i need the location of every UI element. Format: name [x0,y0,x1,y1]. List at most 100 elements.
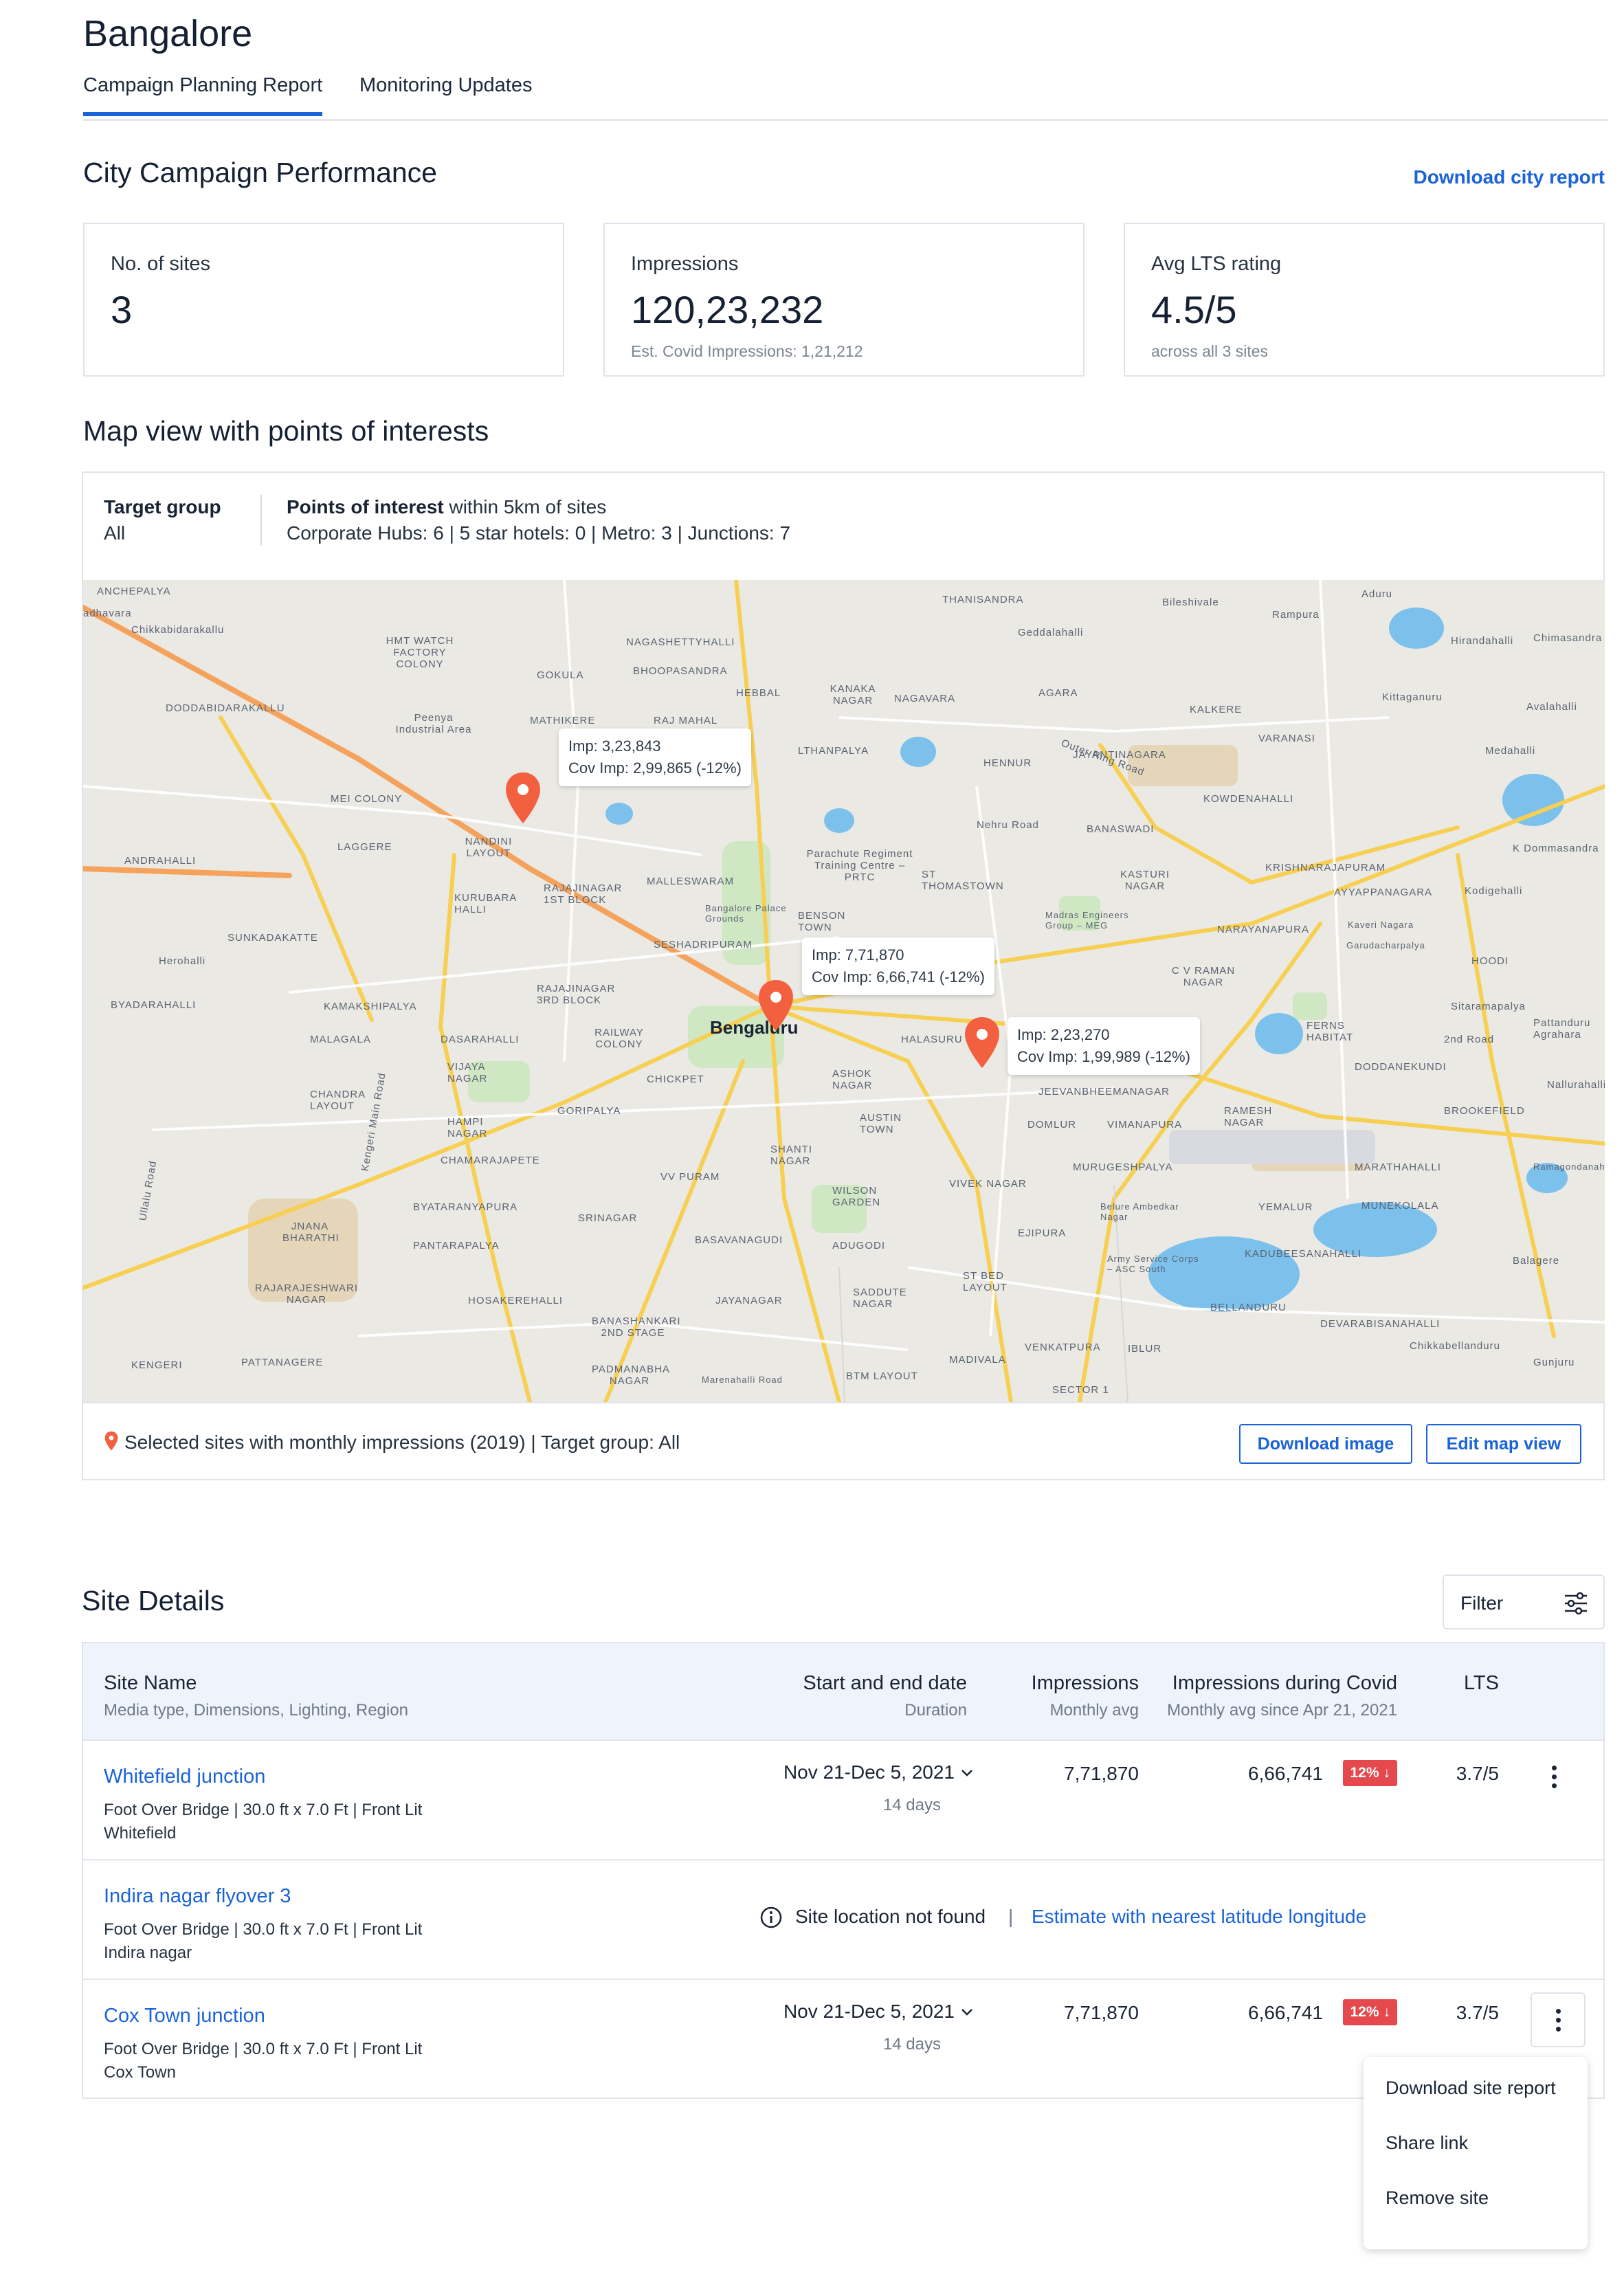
stat-label: No. of sites [111,253,211,275]
filter-button[interactable]: Filter [1443,1575,1605,1629]
tab-campaign-planning-report[interactable]: Campaign Planning Report [83,74,323,116]
download-image-button[interactable]: Download image [1239,1424,1412,1464]
location-pin-icon[interactable] [963,1016,1001,1071]
map-label: NAGASHETTYHALLI [626,636,735,648]
map-label: VIMANAPURA [1107,1119,1183,1131]
divider [260,495,262,546]
site-meta: Foot Over Bridge | 30.0 ft x 7.0 Ft | Fr… [104,1801,423,1819]
site-name-link[interactable]: Indira nagar flyover 3 [104,1885,291,1908]
map-section-title: Map view with points of interests [83,415,489,447]
map-label: MARATHAHALLI [1355,1161,1441,1173]
map-label: Army Service Corps – ASC South [1107,1254,1199,1274]
map-label: CHAMARAJAPETE [441,1155,540,1166]
menu-item-share-link[interactable]: Share link [1386,2133,1468,2154]
city-map[interactable]: ANCHEPALYA Chikkabidarakallu adhavara HM… [83,580,1605,1402]
map-label: MURUGESHPALYA [1073,1161,1173,1173]
callout-covid-impressions: Cov Imp: 6,66,741 (-12%) [812,968,985,986]
date-range-dropdown[interactable]: Nov 21-Dec 5, 2021 [783,2001,955,2023]
location-pin-icon[interactable] [757,979,795,1034]
map-label: HAMPI NAGAR [447,1116,488,1139]
site-callout: Imp: 7,71,870 Cov Imp: 6,66,741 (-12%) [802,937,994,995]
edit-map-view-button[interactable]: Edit map view [1426,1424,1581,1464]
map-label: PATTANAGERE [241,1357,324,1368]
map-label: BHOOPASANDRA [633,665,728,677]
location-pin-icon[interactable] [504,771,542,826]
map-label: HENNUR [983,757,1032,769]
callout-covid-impressions: Cov Imp: 2,99,865 (-12%) [568,759,742,777]
map-label: KOWDENAHALLI [1203,793,1294,805]
map-label: Aduru [1361,588,1393,600]
row-menu-button[interactable] [1531,1992,1586,2047]
map-label: Madras Engineers Group – MEG [1045,910,1129,931]
map-label: LAGGERE [337,841,392,853]
covid-impressions-value: 6,66,741 [1248,1763,1323,1784]
menu-item-remove-site[interactable]: Remove site [1386,2188,1489,2209]
map-label: MADIVALA [949,1354,1006,1366]
page-title: Bangalore [83,13,253,54]
col-covid-sub: Monthly avg since Apr 21, 2021 [1167,1701,1397,1720]
map-label: PADMANABHA NAGAR [592,1364,670,1387]
map-label: Bangalore Palace Grounds [705,903,787,924]
row-menu-button[interactable] [1526,1749,1581,1804]
drop-badge: 12% ↓ [1343,1760,1397,1786]
map-label: BYATARANYAPURA [413,1201,518,1213]
map-label: VENKATPURA [1025,1342,1101,1353]
map-label: KALKERE [1190,704,1243,715]
stat-value: 4.5/5 [1151,288,1237,331]
map-label: Chikkabellanduru [1410,1340,1500,1352]
col-site-sub: Media type, Dimensions, Lighting, Region [104,1701,408,1720]
kebab-icon [1551,1763,1557,1790]
map-label: KADUBEESANAHALLI [1245,1248,1362,1260]
map-label: HEBBAL [736,687,781,699]
filter-sliders-icon [1565,1592,1587,1615]
site-meta: Foot Over Bridge | 30.0 ft x 7.0 Ft | Fr… [104,2040,423,2058]
map-label: HALASURU [901,1034,963,1045]
chevron-down-icon[interactable] [960,2007,974,2017]
stat-label: Impressions [631,253,739,275]
poi-title: Points of interest within 5km of sites [287,496,607,518]
map-label: Nehru Road [977,819,1039,831]
map-label: HOSAKEREHALLI [468,1295,564,1306]
map-label: AYYAPPANAGARA [1334,887,1433,898]
map-label: RAJARAJESHWARI NAGAR [254,1282,359,1306]
map-label: VARANASI [1258,733,1315,744]
map-label: IBLUR [1128,1343,1162,1355]
lts-value: 3.7/5 [1456,2002,1499,2023]
map-label: CHICKPET [647,1073,704,1085]
map-label: JNANA BHARATHI [282,1221,340,1244]
map-label: BENSON TOWN [798,910,846,933]
map-label: SADDUTE NAGAR [853,1287,907,1310]
map-label: DEVARABISANAHALLI [1320,1318,1441,1330]
map-label: JAYANAGAR [715,1295,783,1306]
col-date-sub: Duration [904,1701,967,1720]
menu-item-download-site-report[interactable]: Download site report [1386,2078,1556,2099]
map-label: ST THOMASTOWN [922,869,1004,892]
download-city-report-link[interactable]: Download city report [1414,166,1605,188]
date-range-dropdown[interactable]: Nov 21-Dec 5, 2021 [783,1761,955,1783]
map-label: BASAVANAGUDI [695,1234,783,1246]
map-label: RAJ MAHAL [654,715,718,726]
stat-value: 3 [111,288,133,331]
map-label: MALLESWARAM [647,876,735,887]
map-label: KENGERI [131,1359,183,1371]
site-name-link[interactable]: Cox Town junction [104,2005,265,2027]
map-label: Rampura [1272,609,1320,621]
map-label: Pattanduru Agrahara [1533,1017,1591,1041]
site-name-link[interactable]: Whitefield junction [104,1766,265,1788]
map-label: Herohalli [159,955,206,967]
covid-impressions-value: 6,66,741 [1248,2002,1323,2023]
estimate-location-link[interactable]: Estimate with nearest latitude longitude [1032,1906,1366,1928]
map-label: Parachute Regiment Training Centre – PRT… [806,848,913,883]
map-label: KURUBARA HALLI [454,892,517,915]
tab-monitoring-updates[interactable]: Monitoring Updates [359,74,532,112]
map-label: Bileshivale [1162,597,1219,608]
map-label: Gunjuru [1533,1357,1575,1368]
stat-card-sites: No. of sites 3 [83,223,564,377]
location-pin-icon [104,1431,118,1451]
map-label: C V RAMAN NAGAR [1171,965,1236,988]
map-label: EJIPURA [1018,1227,1067,1239]
map-label: SESHADRIPURAM [654,939,753,950]
map-label: GORIPALYA [557,1105,621,1117]
chevron-down-icon[interactable] [960,1768,974,1778]
map-label: SRINAGAR [578,1212,638,1224]
